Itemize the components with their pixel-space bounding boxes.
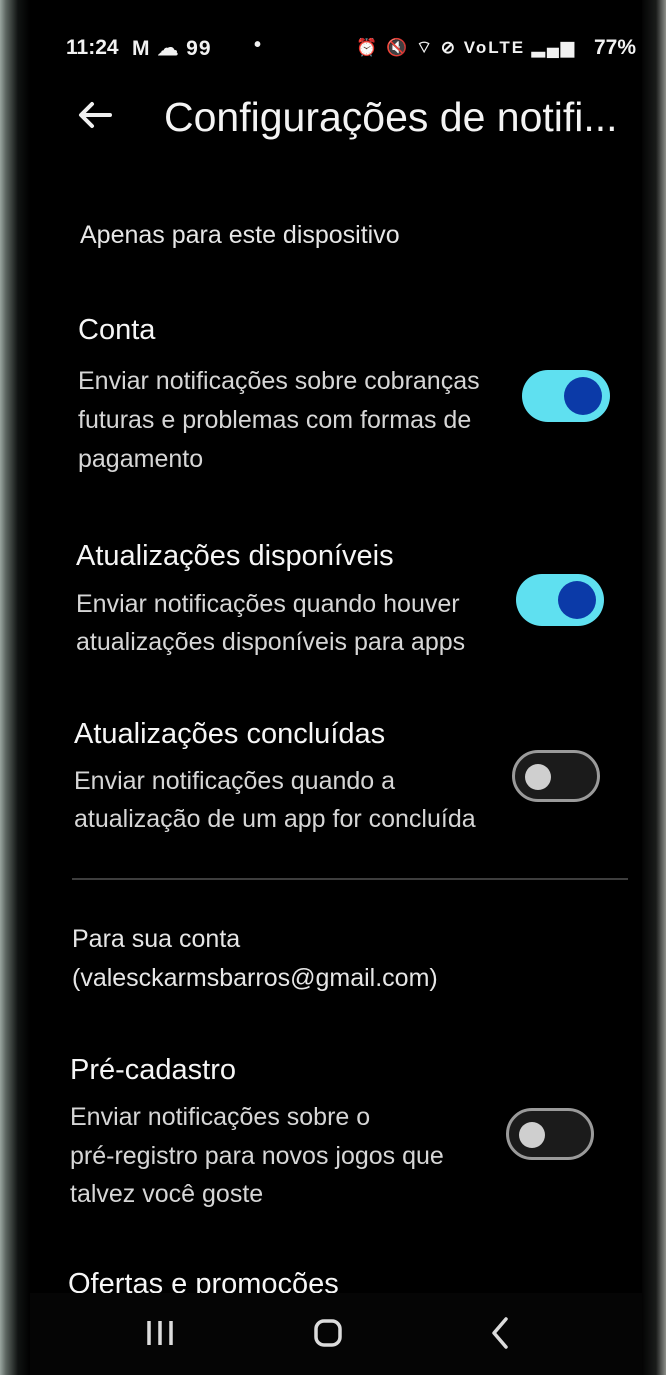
- device-section-label: Apenas para este dispositivo: [80, 221, 400, 249]
- item-desc-line: Enviar notificações sobre cobranças: [78, 367, 480, 395]
- item-desc-line: Enviar notificações quando houver: [76, 590, 460, 618]
- status-time: 11:24: [66, 36, 119, 59]
- back-nav-icon[interactable]: [470, 1311, 530, 1355]
- notification-icons: M ☁ 99: [132, 37, 212, 60]
- account-section-label: Para sua conta: [72, 925, 241, 953]
- screen: 11:24 M ☁ 99 • ⏰ 🔇 ⌔ ⊘ VoLTE ▂▄▆ 77% Con…: [30, 0, 642, 1375]
- item-desc-line: pagamento: [78, 445, 204, 473]
- item-title-atualizacoes-concluidas: Atualizações concluídas: [74, 718, 386, 750]
- status-bar: 11:24 M ☁ 99 • ⏰ 🔇 ⌔ ⊘ VoLTE ▂▄▆ 77%: [66, 34, 636, 66]
- battery-percentage: 77%: [593, 36, 636, 59]
- item-desc-line: atualização de um app for concluída: [74, 805, 476, 833]
- item-desc-line: atualizações disponíveis para apps: [76, 628, 466, 656]
- recents-icon[interactable]: [130, 1311, 190, 1355]
- back-arrow-icon[interactable]: [72, 92, 118, 138]
- toggle-knob: [558, 581, 596, 619]
- toggle-atualizacoes-disponiveis[interactable]: [516, 574, 604, 626]
- navigation-bar: [30, 1293, 642, 1375]
- toggle-knob: [525, 764, 551, 790]
- more-notifications-dot: •: [254, 34, 262, 56]
- toggle-knob: [564, 377, 602, 415]
- item-desc-line: Enviar notificações sobre o: [70, 1103, 371, 1131]
- section-divider: [72, 878, 628, 880]
- toggle-atualizacoes-concluidas[interactable]: [512, 750, 600, 802]
- item-desc-line: talvez você goste: [70, 1180, 264, 1208]
- item-desc-line: Enviar notificações quando a: [74, 767, 396, 795]
- toggle-conta[interactable]: [522, 370, 610, 422]
- toggle-pre-cadastro[interactable]: [506, 1108, 594, 1160]
- item-desc-line: futuras e problemas com formas de: [78, 406, 472, 434]
- item-title-pre-cadastro: Pré-cadastro: [70, 1054, 237, 1086]
- system-status-icons: ⏰ 🔇 ⌔ ⊘ VoLTE ▂▄▆: [356, 38, 576, 57]
- item-title-conta: Conta: [78, 314, 156, 346]
- item-title-atualizacoes-disponiveis: Atualizações disponíveis: [76, 540, 394, 572]
- toggle-knob: [519, 1122, 545, 1148]
- home-icon[interactable]: [298, 1311, 358, 1355]
- account-email: (valesckarmsbarros@gmail.com): [72, 964, 438, 992]
- item-desc-line: pré-registro para novos jogos que: [70, 1142, 444, 1170]
- page-title: Configurações de notifi...: [164, 94, 618, 140]
